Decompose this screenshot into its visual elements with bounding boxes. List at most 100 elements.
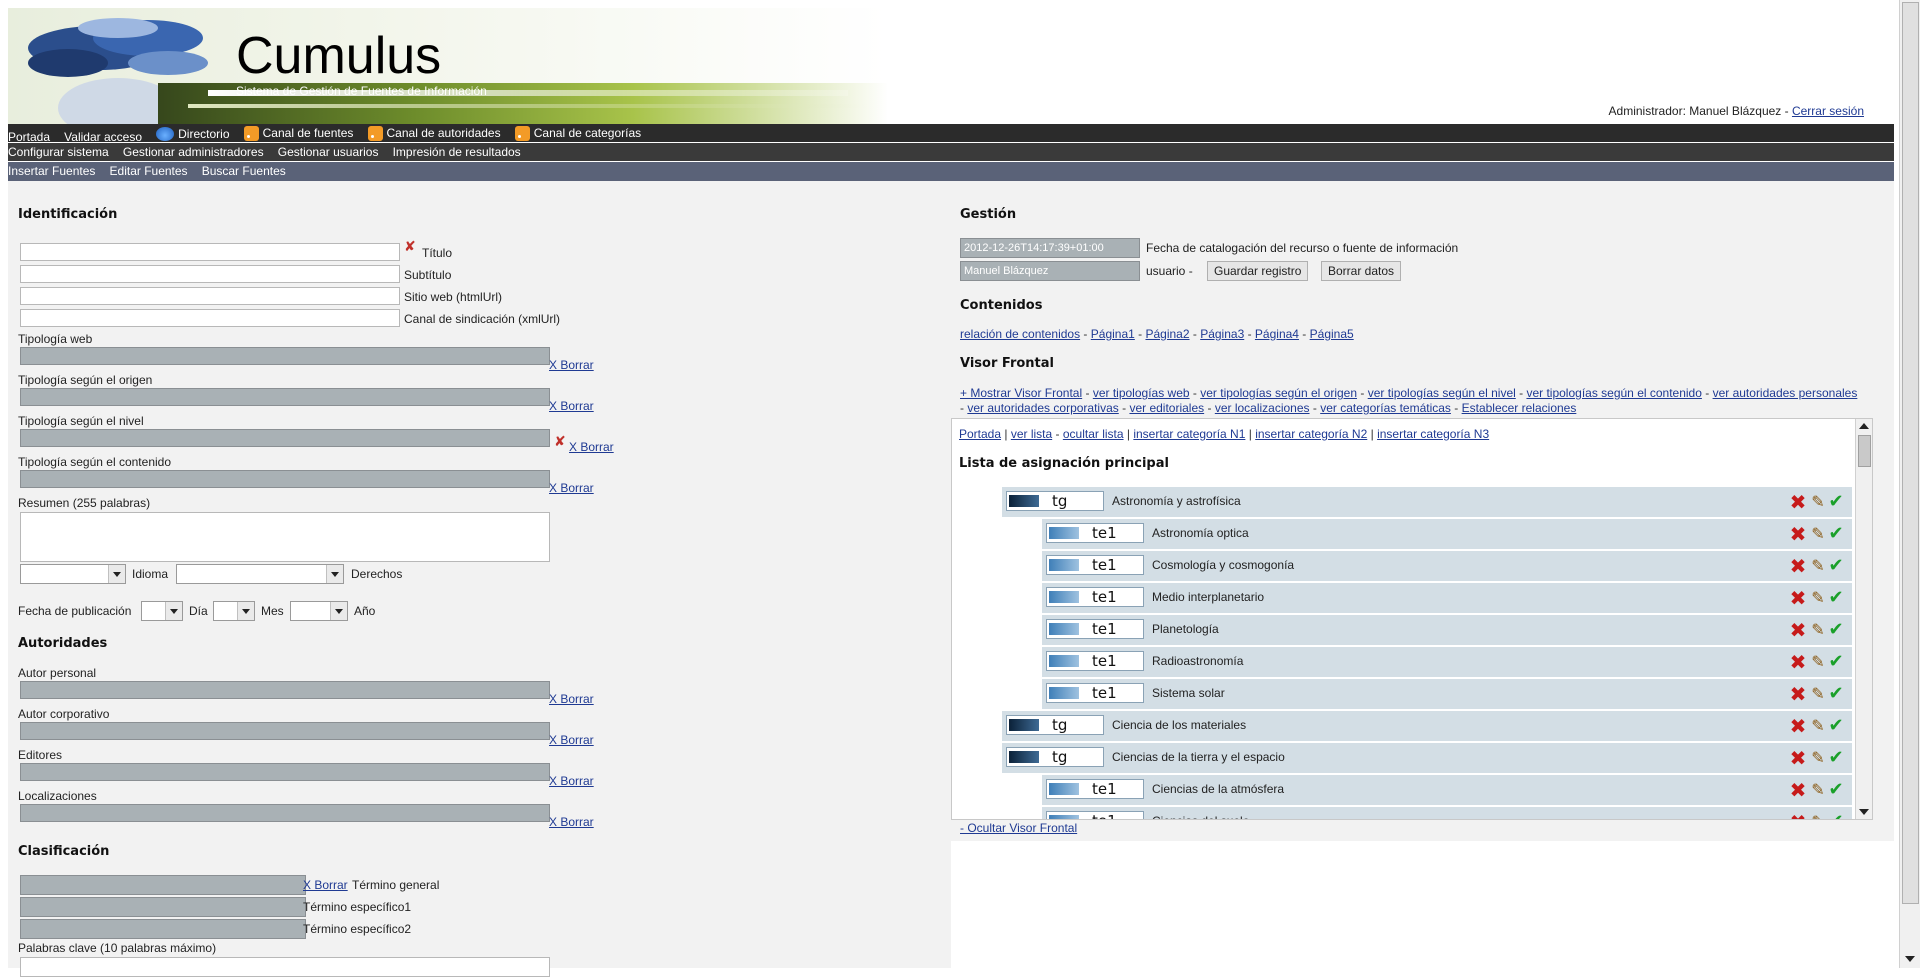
checkmark-icon[interactable]: ✔ xyxy=(1826,780,1846,800)
nav-buscar-fuentes[interactable]: Buscar Fuentes xyxy=(202,162,286,180)
relacion-contenidos-link[interactable]: relación de contenidos xyxy=(960,327,1080,341)
nav-insertar-fuentes[interactable]: Insertar Fuentes xyxy=(8,162,95,180)
nav-canal-fuentes[interactable]: Canal de fuentes xyxy=(243,124,353,142)
ver-tipologias-web-link[interactable]: ver tipologías web xyxy=(1093,386,1190,400)
localizaciones-field[interactable] xyxy=(20,804,550,822)
delete-icon[interactable]: ✖ xyxy=(1788,588,1808,608)
checkmark-icon[interactable]: ✔ xyxy=(1826,524,1846,544)
tipologia-web-borrar[interactable]: X Borrar xyxy=(549,358,594,372)
editores-field[interactable] xyxy=(20,763,550,781)
pagina2-link[interactable]: Página2 xyxy=(1145,327,1189,341)
checkmark-icon[interactable]: ✔ xyxy=(1826,556,1846,576)
ocultar-lista-link[interactable]: ocultar lista xyxy=(1063,427,1124,441)
pencil-icon[interactable]: ✎ xyxy=(1810,524,1826,544)
nav-directorio[interactable]: Directorio xyxy=(156,125,230,143)
nav-configurar-sistema[interactable]: Configurar sistema xyxy=(8,143,109,161)
pencil-icon[interactable]: ✎ xyxy=(1810,588,1826,608)
nav-canal-categorias[interactable]: Canal de categorías xyxy=(514,124,641,142)
ver-autoridades-corporativas-link[interactable]: ver autoridades corporativas xyxy=(967,401,1118,415)
termino-general-field[interactable] xyxy=(20,875,306,895)
logout-link[interactable]: Cerrar sesión xyxy=(1792,104,1864,118)
insertar-n2-link[interactable]: insertar categoría N2 xyxy=(1255,427,1367,441)
checkmark-icon[interactable]: ✔ xyxy=(1826,716,1846,736)
delete-icon[interactable]: ✖ xyxy=(1788,748,1808,768)
guardar-registro-button[interactable]: Guardar registro xyxy=(1207,261,1309,281)
ver-editoriales-link[interactable]: ver editoriales xyxy=(1129,401,1204,415)
localizaciones-borrar[interactable]: X Borrar xyxy=(549,815,594,829)
pencil-icon[interactable]: ✎ xyxy=(1810,748,1826,768)
delete-icon[interactable]: ✖ xyxy=(1788,652,1808,672)
autor-personal-field[interactable] xyxy=(20,681,550,699)
ver-autoridades-personales-link[interactable]: ver autoridades personales xyxy=(1713,386,1858,400)
dia-select[interactable] xyxy=(141,601,183,621)
nav-editar-fuentes[interactable]: Editar Fuentes xyxy=(110,162,188,180)
delete-icon[interactable]: ✖ xyxy=(1788,492,1808,512)
ver-tipologias-contenido-link[interactable]: ver tipologías según el contenido xyxy=(1526,386,1701,400)
mostrar-visor-link[interactable]: + Mostrar Visor Frontal xyxy=(960,386,1082,400)
scroll-up-icon[interactable] xyxy=(1859,423,1869,429)
checkmark-icon[interactable]: ✔ xyxy=(1826,748,1846,768)
anio-select[interactable] xyxy=(290,601,348,621)
visor-scrollbar[interactable] xyxy=(1855,419,1872,819)
pagina1-link[interactable]: Página1 xyxy=(1091,327,1135,341)
tipologia-contenido-field[interactable] xyxy=(20,470,550,488)
scroll-thumb[interactable] xyxy=(1858,435,1871,467)
tipologia-nivel-field[interactable] xyxy=(20,429,550,447)
checkmark-icon[interactable]: ✔ xyxy=(1826,684,1846,704)
subtitulo-input[interactable] xyxy=(20,265,400,283)
window-scrollbar[interactable] xyxy=(1899,0,1920,968)
delete-icon[interactable]: ✖ xyxy=(1788,620,1808,640)
pencil-icon[interactable]: ✎ xyxy=(1810,684,1826,704)
ver-lista-link[interactable]: ver lista xyxy=(1011,427,1052,441)
pencil-icon[interactable]: ✎ xyxy=(1810,620,1826,640)
visor-portada-link[interactable]: Portada xyxy=(959,427,1001,441)
scroll-down-icon[interactable] xyxy=(1859,809,1869,815)
ver-localizaciones-link[interactable]: ver localizaciones xyxy=(1215,401,1310,415)
scroll-down-icon[interactable] xyxy=(1905,956,1915,962)
pencil-icon[interactable]: ✎ xyxy=(1810,492,1826,512)
tipologia-nivel-borrar[interactable]: X Borrar xyxy=(569,440,614,454)
autor-personal-borrar[interactable]: X Borrar xyxy=(549,692,594,706)
delete-icon[interactable]: ✖ xyxy=(1788,524,1808,544)
insertar-n3-link[interactable]: insertar categoría N3 xyxy=(1377,427,1489,441)
ver-categorias-tematicas-link[interactable]: ver categorías temáticas xyxy=(1320,401,1451,415)
autor-corporativo-field[interactable] xyxy=(20,722,550,740)
termino-esp1-field[interactable] xyxy=(20,897,306,917)
tipologia-contenido-borrar[interactable]: X Borrar xyxy=(549,481,594,495)
nav-impresion-resultados[interactable]: Impresión de resultados xyxy=(393,143,521,161)
tipologia-origen-field[interactable] xyxy=(20,388,550,406)
editores-borrar[interactable]: X Borrar xyxy=(549,774,594,788)
delete-icon[interactable]: ✖ xyxy=(1788,812,1808,819)
pencil-icon[interactable]: ✎ xyxy=(1810,780,1826,800)
sitio-web-input[interactable] xyxy=(20,287,400,305)
insertar-n1-link[interactable]: insertar categoría N1 xyxy=(1133,427,1245,441)
canal-input[interactable] xyxy=(20,309,400,327)
delete-icon[interactable]: ✖ xyxy=(1788,556,1808,576)
termino-esp2-field[interactable] xyxy=(20,919,306,939)
resumen-textarea[interactable] xyxy=(20,512,550,562)
termino-general-borrar[interactable]: X Borrar xyxy=(303,878,348,892)
checkmark-icon[interactable]: ✔ xyxy=(1826,588,1846,608)
pencil-icon[interactable]: ✎ xyxy=(1810,812,1826,819)
checkmark-icon[interactable]: ✔ xyxy=(1826,620,1846,640)
checkmark-icon[interactable]: ✔ xyxy=(1826,812,1846,820)
pencil-icon[interactable]: ✎ xyxy=(1810,652,1826,672)
delete-icon[interactable]: ✖ xyxy=(1788,684,1808,704)
tipologia-origen-borrar[interactable]: X Borrar xyxy=(549,399,594,413)
pagina4-link[interactable]: Página4 xyxy=(1255,327,1299,341)
ver-tipologias-origen-link[interactable]: ver tipologías según el origen xyxy=(1200,386,1357,400)
window-scroll-thumb[interactable] xyxy=(1902,2,1919,904)
borrar-datos-button[interactable]: Borrar datos xyxy=(1321,261,1402,281)
nav-gestionar-administradores[interactable]: Gestionar administradores xyxy=(123,143,264,161)
autor-corporativo-borrar[interactable]: X Borrar xyxy=(549,733,594,747)
ver-tipologias-nivel-link[interactable]: ver tipologías según el nivel xyxy=(1368,386,1516,400)
delete-icon[interactable]: ✖ xyxy=(1788,716,1808,736)
pagina5-link[interactable]: Página5 xyxy=(1310,327,1354,341)
nav-gestionar-usuarios[interactable]: Gestionar usuarios xyxy=(278,143,379,161)
checkmark-icon[interactable]: ✔ xyxy=(1826,652,1846,672)
pencil-icon[interactable]: ✎ xyxy=(1810,716,1826,736)
titulo-input[interactable] xyxy=(20,243,400,261)
nav-canal-autoridades[interactable]: Canal de autoridades xyxy=(367,124,501,142)
establecer-relaciones-link[interactable]: Establecer relaciones xyxy=(1462,401,1577,415)
palabras-clave-field[interactable] xyxy=(20,957,550,977)
